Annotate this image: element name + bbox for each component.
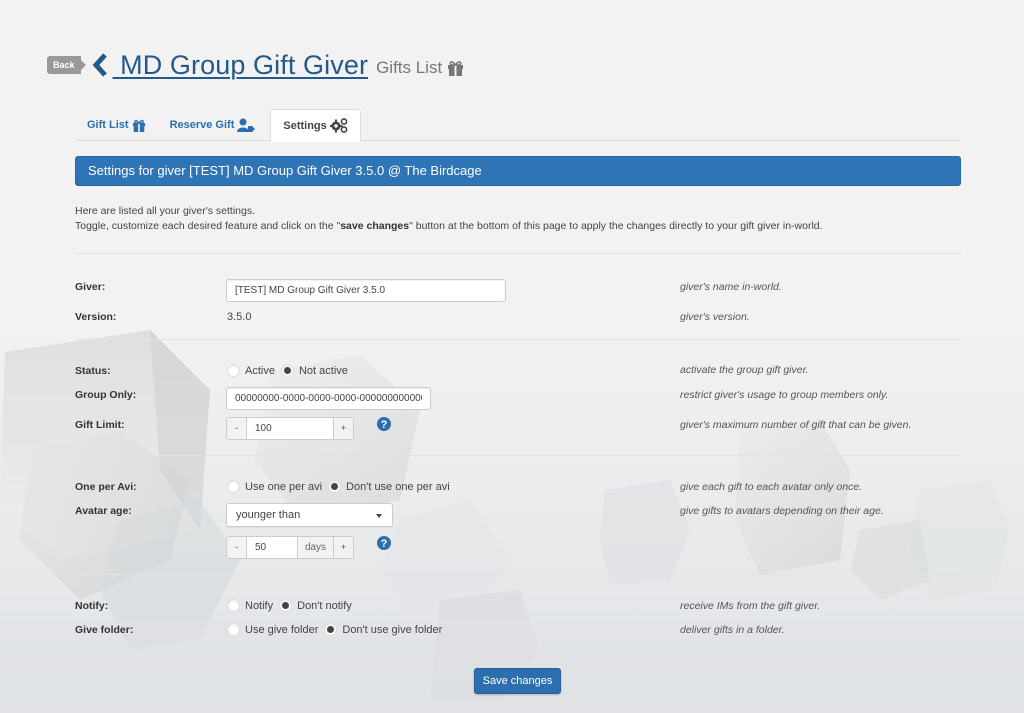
caret-down-icon (376, 514, 382, 518)
one-per-avi-radio-group: Use one per avi Don't use one per avi (227, 480, 456, 493)
radio-unchecked[interactable] (227, 480, 240, 493)
divider (75, 339, 961, 340)
radio-label: Use one per avi (245, 480, 323, 493)
radio-checked[interactable] (280, 364, 294, 377)
group-only-hint: restrict giver's usage to group members … (680, 389, 889, 401)
status-label: Status: (75, 365, 111, 377)
svg-text:?: ? (381, 419, 388, 431)
tab-gift-list[interactable]: Gift List (75, 109, 158, 141)
gift-icon (132, 119, 145, 132)
version-label: Version: (75, 311, 117, 323)
user-tag-icon (237, 118, 256, 132)
radio-checked[interactable] (328, 480, 342, 493)
give-folder-radio-group: Use give folder Don't use give folder (227, 623, 448, 636)
divider (75, 455, 961, 456)
back-button[interactable]: Back (47, 56, 85, 74)
avatar-age-label: Avatar age: (75, 505, 132, 517)
page-header: Back MD Group Gift Giver Gifts List (47, 48, 464, 82)
intro-line-2: Toggle, customize each desired feature a… (75, 219, 823, 234)
intro-line-2-bold: save changes (340, 220, 410, 232)
decrement-button[interactable]: - (227, 537, 246, 558)
dont-use-one-per-avi-radio[interactable]: Don't use one per avi (328, 480, 450, 493)
intro-text: Here are listed all your giver's setting… (75, 204, 823, 234)
help-icon[interactable]: ? (377, 417, 391, 431)
status-hint: activate the group gift giver. (680, 364, 809, 376)
divider (75, 574, 961, 575)
use-give-folder-radio[interactable]: Use give folder (227, 623, 318, 636)
gift-limit-input[interactable]: 100 (246, 418, 334, 439)
gift-limit-hint: giver's maximum number of gift that can … (680, 419, 912, 431)
radio-checked[interactable] (279, 599, 293, 612)
save-changes-button[interactable]: Save changes (474, 668, 561, 694)
radio-label: Use give folder (245, 623, 319, 636)
avatar-age-days-input[interactable]: 50 (246, 537, 298, 558)
intro-line-1: Here are listed all your giver's setting… (75, 205, 255, 217)
days-unit-label: days (298, 537, 334, 558)
radio-label: Not active (298, 364, 348, 377)
dont-use-give-folder-radio[interactable]: Don't use give folder (324, 623, 442, 636)
radio-label: Active (245, 364, 275, 377)
select-value: younger than (236, 509, 301, 521)
radio-unchecked[interactable] (227, 623, 240, 636)
radio-checked[interactable] (324, 623, 338, 636)
status-not-active-radio[interactable]: Not active (280, 364, 348, 377)
avatar-age-days-stepper: - 50 days + (226, 536, 354, 559)
radio-unchecked[interactable] (227, 364, 240, 377)
divider (75, 253, 961, 254)
tab-label: Gift List (87, 119, 129, 131)
giver-hint: giver's name in-world. (680, 281, 782, 293)
giver-name-input[interactable] (226, 279, 506, 302)
give-folder-hint: deliver gifts in a folder. (680, 624, 785, 636)
radio-label: Notify (245, 599, 274, 612)
use-one-per-avi-radio[interactable]: Use one per avi (227, 480, 322, 493)
increment-button[interactable]: + (334, 537, 353, 558)
giver-label: Giver: (75, 281, 106, 293)
gears-icon (329, 118, 348, 133)
settings-panel-heading: Settings for giver [TEST] MD Group Gift … (75, 156, 961, 186)
chevron-left-icon[interactable] (91, 52, 109, 78)
tab-label: Reserve Gift (169, 119, 235, 131)
radio-label: Don't notify (297, 599, 352, 612)
radio-label: Don't use one per avi (346, 480, 450, 493)
status-active-radio[interactable]: Active (227, 364, 275, 377)
version-hint: giver's version. (680, 311, 750, 323)
one-per-avi-label: One per Avi: (75, 481, 137, 493)
tab-reserve-gift[interactable]: Reserve Gift (158, 109, 268, 141)
dont-notify-radio[interactable]: Don't notify (279, 599, 352, 612)
group-uuid-input[interactable] (226, 387, 431, 410)
avatar-age-select[interactable]: younger than (226, 503, 393, 527)
intro-line-2-start: Toggle, customize each desired feature a… (75, 220, 341, 232)
help-icon[interactable]: ? (377, 536, 391, 550)
tab-bar: Gift List Reserve Gift Settings (75, 109, 961, 142)
gift-limit-label: Gift Limit: (75, 419, 125, 431)
version-value: 3.5.0 (227, 311, 252, 323)
increment-button[interactable]: + (334, 418, 353, 439)
radio-label: Don't use give folder (342, 623, 443, 636)
gift-icon (448, 61, 464, 76)
svg-text:?: ? (381, 538, 388, 550)
notify-hint: receive IMs from the gift giver. (680, 600, 821, 612)
avatar-age-hint: give gifts to avatars depending on their… (680, 505, 884, 517)
page-subtitle: Gifts List (376, 58, 464, 78)
notify-label: Notify: (75, 600, 109, 612)
decrement-button[interactable]: - (227, 418, 246, 439)
page-title-link[interactable]: MD Group Gift Giver (113, 50, 369, 81)
tab-settings[interactable]: Settings (270, 109, 361, 142)
notify-radio[interactable]: Notify (227, 599, 273, 612)
subtitle-text: Gifts List (376, 58, 443, 77)
status-radio-group: Active Not active (227, 364, 354, 377)
intro-line-2-end: " button at the bottom of this page to a… (409, 220, 823, 232)
notify-radio-group: Notify Don't notify (227, 599, 358, 612)
radio-unchecked[interactable] (227, 599, 240, 612)
group-only-label: Group Only: (75, 389, 137, 401)
gift-limit-stepper: - 100 + (226, 417, 354, 440)
tab-label: Settings (283, 119, 327, 132)
give-folder-label: Give folder: (75, 624, 134, 636)
one-per-avi-hint: give each gift to each avatar only once. (680, 481, 863, 493)
